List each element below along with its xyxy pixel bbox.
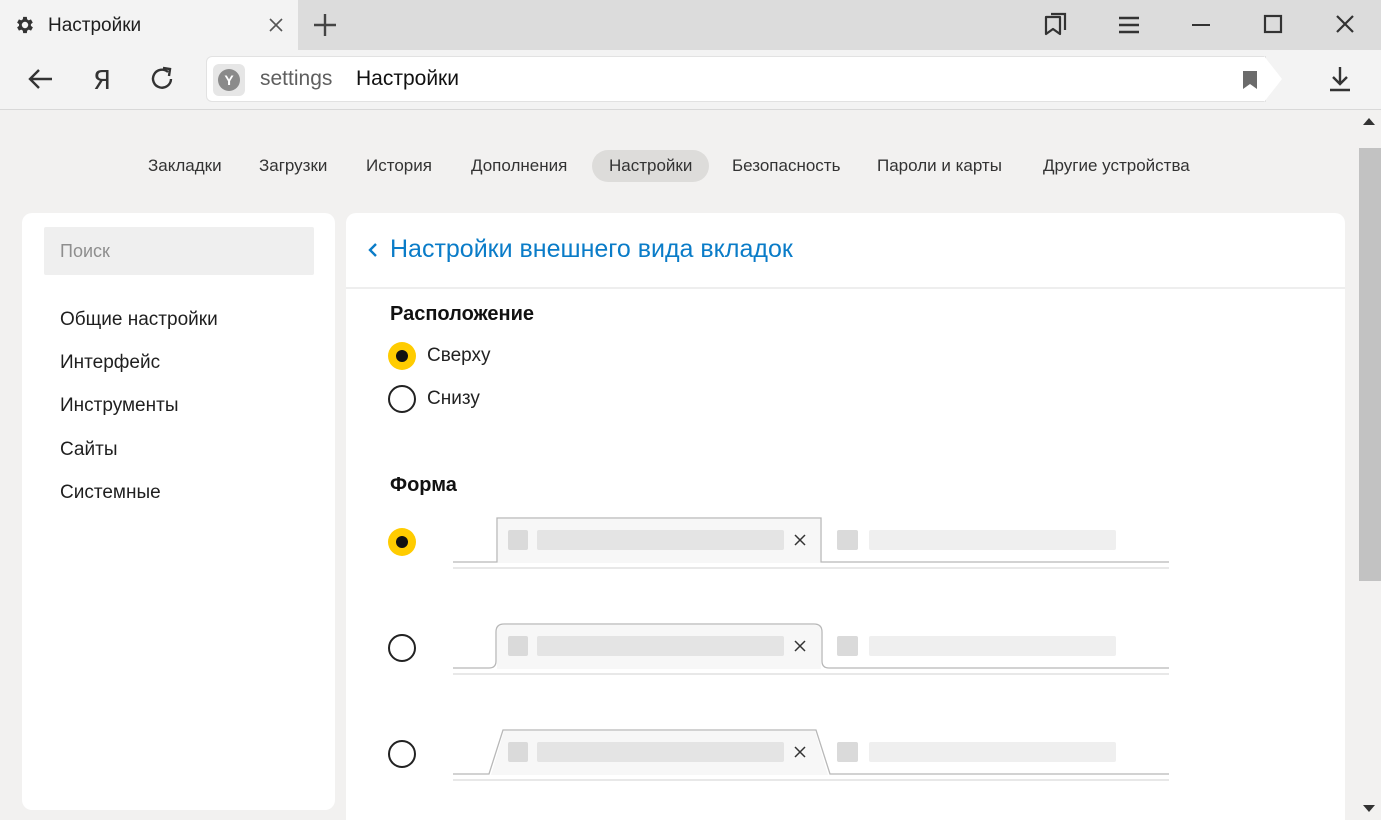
bookmark-icon[interactable] xyxy=(1241,70,1259,90)
site-info-icon[interactable]: Y xyxy=(213,64,245,96)
tab-shape-square-preview[interactable] xyxy=(453,517,1173,569)
url-host: settings xyxy=(260,67,333,90)
divider xyxy=(346,287,1345,289)
menu-icon[interactable] xyxy=(1114,10,1144,40)
download-icon[interactable] xyxy=(1325,64,1355,94)
chevron-left-icon[interactable] xyxy=(366,241,380,259)
browser-tab[interactable]: Настройки xyxy=(0,0,298,50)
page-scrollbar[interactable] xyxy=(1357,110,1381,820)
shape-section-title: Форма xyxy=(390,474,457,496)
radio-shape-square[interactable] xyxy=(388,528,416,556)
radio-position-bottom[interactable] xyxy=(388,385,416,413)
sidebar-item-system[interactable]: Системные xyxy=(60,482,161,504)
title-bar: Настройки xyxy=(0,0,1381,50)
settings-sidebar: Поиск Общие настройки Интерфейс Инструме… xyxy=(22,213,335,810)
radio-position-top[interactable] xyxy=(388,342,416,370)
browser-toolbar: Я Y settings Настройки xyxy=(0,50,1381,110)
radio-shape-trapezoid[interactable] xyxy=(388,740,416,768)
close-tab-icon[interactable] xyxy=(266,15,286,35)
scroll-up-arrow-icon[interactable] xyxy=(1363,118,1375,125)
tabs-collection-icon[interactable] xyxy=(1041,10,1071,40)
address-bar[interactable]: Y settings Настройки xyxy=(206,56,1266,102)
new-tab-icon[interactable] xyxy=(312,12,338,38)
tab-title: Настройки xyxy=(48,15,142,36)
tab-downloads[interactable]: Загрузки xyxy=(242,150,344,182)
radio-shape-rounded[interactable] xyxy=(388,634,416,662)
sidebar-item-interface[interactable]: Интерфейс xyxy=(60,352,160,374)
search-input[interactable]: Поиск xyxy=(44,227,314,275)
sidebar-item-sites[interactable]: Сайты xyxy=(60,439,117,461)
radio-position-bottom-label[interactable]: Снизу xyxy=(427,388,480,410)
tab-bookmarks[interactable]: Закладки xyxy=(131,150,239,182)
settings-nav: Закладки Загрузки История Дополнения Нас… xyxy=(0,148,1345,184)
settings-main-panel: Настройки внешнего вида вкладок Располож… xyxy=(346,213,1345,820)
maximize-icon[interactable] xyxy=(1258,10,1288,40)
sidebar-item-general[interactable]: Общие настройки xyxy=(60,309,218,331)
address-bar-tip xyxy=(1264,56,1282,102)
page-title[interactable]: Настройки внешнего вида вкладок xyxy=(390,235,793,264)
tab-extensions[interactable]: Дополнения xyxy=(454,150,584,182)
yandex-logo-icon[interactable]: Я xyxy=(87,64,117,94)
scroll-thumb[interactable] xyxy=(1359,148,1381,581)
tab-settings[interactable]: Настройки xyxy=(592,150,710,182)
sidebar-item-tools[interactable]: Инструменты xyxy=(60,395,178,417)
tab-security[interactable]: Безопасность xyxy=(715,150,857,182)
close-window-icon[interactable] xyxy=(1330,10,1360,40)
scroll-down-arrow-icon[interactable] xyxy=(1363,805,1375,812)
tab-shape-rounded-preview[interactable] xyxy=(453,623,1173,675)
tab-history[interactable]: История xyxy=(349,150,449,182)
tab-passwords-cards[interactable]: Пароли и карты xyxy=(860,150,1019,182)
tab-other-devices[interactable]: Другие устройства xyxy=(1026,150,1207,182)
gear-icon xyxy=(17,16,33,34)
url-page-title: Настройки xyxy=(356,67,459,90)
minimize-icon[interactable] xyxy=(1186,10,1216,40)
tab-shape-trapezoid-preview[interactable] xyxy=(453,729,1173,781)
svg-text:Я: Я xyxy=(93,66,111,94)
back-icon[interactable] xyxy=(26,64,56,94)
search-placeholder: Поиск xyxy=(60,241,110,261)
position-section-title: Расположение xyxy=(390,303,535,325)
radio-position-top-label[interactable]: Сверху xyxy=(427,345,491,367)
reload-icon[interactable] xyxy=(147,64,177,94)
